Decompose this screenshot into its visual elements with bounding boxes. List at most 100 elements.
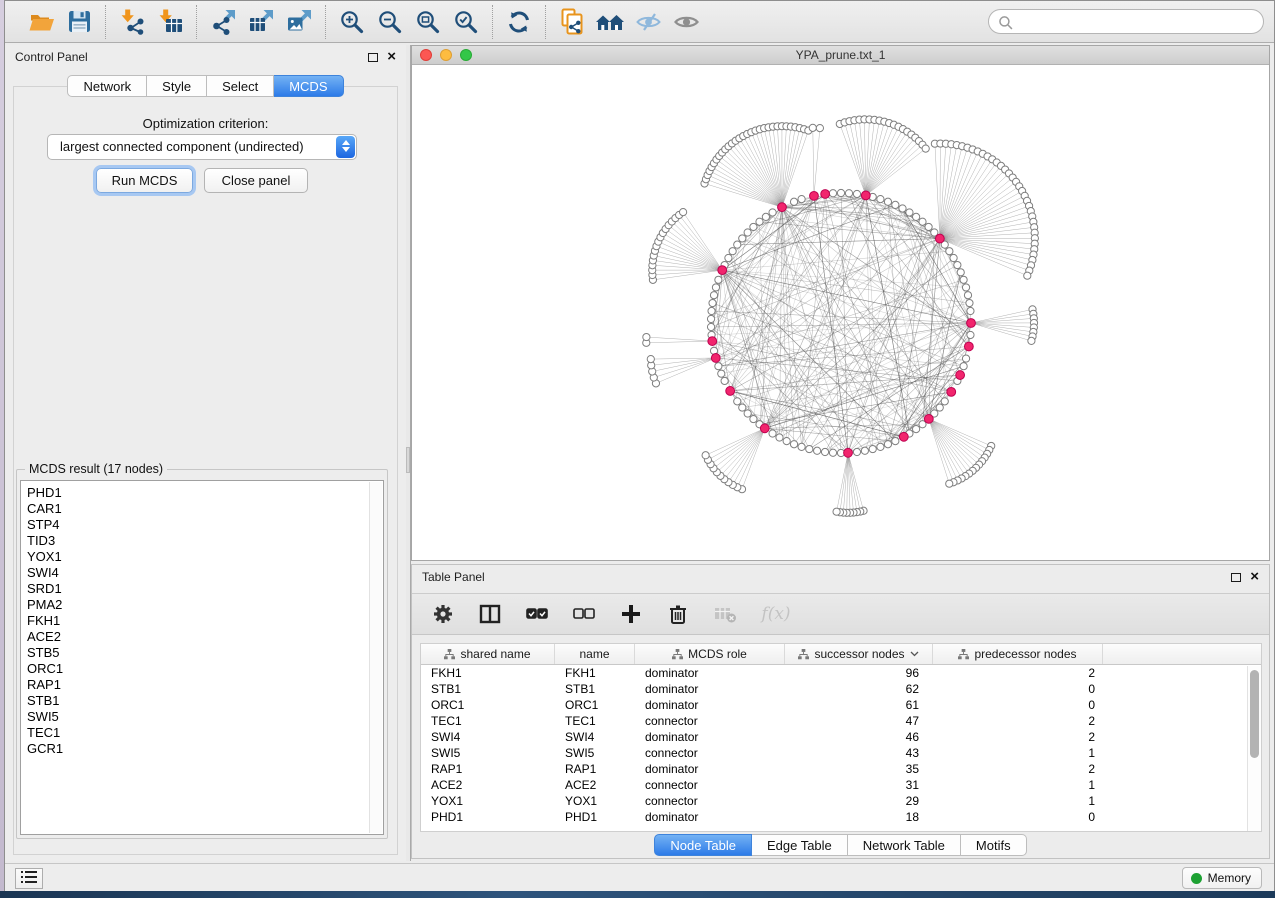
cell-predecessors: 2: [933, 761, 1103, 777]
mcds-result-item[interactable]: STB1: [21, 693, 383, 709]
delete-column-icon: [666, 602, 690, 626]
import-network-button[interactable]: [115, 5, 149, 39]
maximize-window-icon[interactable]: [460, 49, 472, 61]
table-scrollbar[interactable]: [1247, 666, 1261, 831]
cell-successors: 61: [785, 697, 933, 713]
select-all-button[interactable]: [524, 601, 550, 627]
delete-column-button[interactable]: [665, 601, 691, 627]
mcds-result-item[interactable]: SRD1: [21, 581, 383, 597]
memory-button[interactable]: Memory: [1182, 867, 1262, 889]
column-header-role[interactable]: MCDS role: [635, 644, 785, 664]
mcds-result-item[interactable]: SWI5: [21, 709, 383, 725]
duplicate-network-button[interactable]: [555, 5, 589, 39]
table-row[interactable]: FKH1FKH1dominator962: [421, 665, 1261, 681]
table-row[interactable]: PHD1PHD1dominator180: [421, 809, 1261, 825]
table-row[interactable]: SWI5SWI5connector431: [421, 745, 1261, 761]
tab-motifs[interactable]: Motifs: [961, 834, 1027, 856]
column-header-name[interactable]: name: [555, 644, 635, 664]
zoom-out-button[interactable]: [373, 5, 407, 39]
column-label: MCDS role: [688, 647, 747, 661]
settings-button[interactable]: [430, 601, 456, 627]
export-image-button[interactable]: [282, 5, 316, 39]
show-all-button[interactable]: [669, 5, 703, 39]
splitter-handle-icon[interactable]: [406, 447, 410, 473]
cell-shared_name: FKH1: [421, 665, 555, 681]
refresh-layout-button[interactable]: [502, 5, 536, 39]
mcds-result-item[interactable]: FKH1: [21, 613, 383, 629]
tab-network[interactable]: Network: [67, 75, 147, 97]
cell-role: dominator: [635, 697, 785, 713]
table-row[interactable]: ORC1ORC1dominator610: [421, 697, 1261, 713]
close-table-panel-icon[interactable]: [1250, 572, 1259, 582]
table-scrollbar-thumb[interactable]: [1250, 670, 1259, 758]
close-panel-icon[interactable]: [387, 52, 396, 62]
open-file-button[interactable]: [24, 5, 58, 39]
close-panel-button[interactable]: Close panel: [204, 168, 308, 193]
mcds-result-item[interactable]: STP4: [21, 517, 383, 533]
cell-shared_name: PHD1: [421, 809, 555, 825]
run-mcds-button[interactable]: Run MCDS: [96, 168, 193, 193]
tab-edge-table[interactable]: Edge Table: [752, 834, 848, 856]
mcds-result-item[interactable]: PMA2: [21, 597, 383, 613]
table-row[interactable]: RAP1RAP1dominator352: [421, 761, 1261, 777]
mcds-result-item[interactable]: ACE2: [21, 629, 383, 645]
table-row[interactable]: STB1STB1dominator620: [421, 681, 1261, 697]
float-table-panel-icon[interactable]: [1231, 573, 1241, 582]
mcds-result-item[interactable]: CAR1: [21, 501, 383, 517]
column-header-successors[interactable]: successor nodes: [785, 644, 933, 664]
status-list-button[interactable]: [15, 868, 43, 889]
import-table-icon: [157, 8, 184, 35]
cell-successors: 18: [785, 809, 933, 825]
cell-role: connector: [635, 793, 785, 809]
export-network-button[interactable]: [206, 5, 240, 39]
export-table-button[interactable]: [244, 5, 278, 39]
control-panel: Control Panel NetworkStyleSelectMCDS Opt…: [5, 45, 406, 861]
float-panel-icon[interactable]: [368, 53, 378, 62]
zoom-selected-button[interactable]: [449, 5, 483, 39]
mcds-result-item[interactable]: ORC1: [21, 661, 383, 677]
criterion-dropdown[interactable]: largest connected component (undirected): [47, 134, 357, 160]
memory-status-icon: [1191, 873, 1202, 884]
close-window-icon[interactable]: [420, 49, 432, 61]
table-row[interactable]: TEC1TEC1connector472: [421, 713, 1261, 729]
mcds-result-item[interactable]: SWI4: [21, 565, 383, 581]
column-header-predecessors[interactable]: predecessor nodes: [933, 644, 1103, 664]
table-row[interactable]: YOX1YOX1connector291: [421, 793, 1261, 809]
mcds-result-scrollbar[interactable]: [369, 482, 382, 833]
cell-role: dominator: [635, 761, 785, 777]
tab-network-table[interactable]: Network Table: [848, 834, 961, 856]
tab-select[interactable]: Select: [207, 75, 274, 97]
table-column-icon: [798, 649, 809, 660]
column-header-shared_name[interactable]: shared name: [421, 644, 555, 664]
mcds-result-item[interactable]: STB5: [21, 645, 383, 661]
mcds-result-item[interactable]: TEC1: [21, 725, 383, 741]
save-session-button[interactable]: [62, 5, 96, 39]
mcds-result-item[interactable]: TID3: [21, 533, 383, 549]
import-table-button[interactable]: [153, 5, 187, 39]
open-file-icon: [28, 8, 55, 35]
add-column-button[interactable]: [618, 601, 644, 627]
tab-style[interactable]: Style: [147, 75, 207, 97]
control-panel-tabs: NetworkStyleSelectMCDS: [5, 75, 406, 97]
zoom-in-button[interactable]: [335, 5, 369, 39]
deselect-all-button[interactable]: [571, 601, 597, 627]
split-panel-icon: [478, 602, 502, 626]
mcds-result-item[interactable]: RAP1: [21, 677, 383, 693]
split-panel-button[interactable]: [477, 601, 503, 627]
tab-mcds[interactable]: MCDS: [274, 75, 343, 97]
column-label: predecessor nodes: [974, 647, 1076, 661]
table-row[interactable]: SWI4SWI4dominator462: [421, 729, 1261, 745]
tab-node-table[interactable]: Node Table: [654, 834, 752, 856]
search-box: [988, 9, 1264, 34]
hide-selected-button[interactable]: [631, 5, 665, 39]
mcds-result-item[interactable]: YOX1: [21, 549, 383, 565]
network-view-canvas[interactable]: [412, 65, 1269, 560]
search-icon: [998, 15, 1013, 30]
mcds-result-item[interactable]: PHD1: [21, 485, 383, 501]
minimize-window-icon[interactable]: [440, 49, 452, 61]
zoom-fit-button[interactable]: [411, 5, 445, 39]
mcds-result-item[interactable]: GCR1: [21, 741, 383, 757]
search-input[interactable]: [988, 9, 1264, 34]
first-neighbors-button[interactable]: [593, 5, 627, 39]
table-row[interactable]: ACE2ACE2connector311: [421, 777, 1261, 793]
